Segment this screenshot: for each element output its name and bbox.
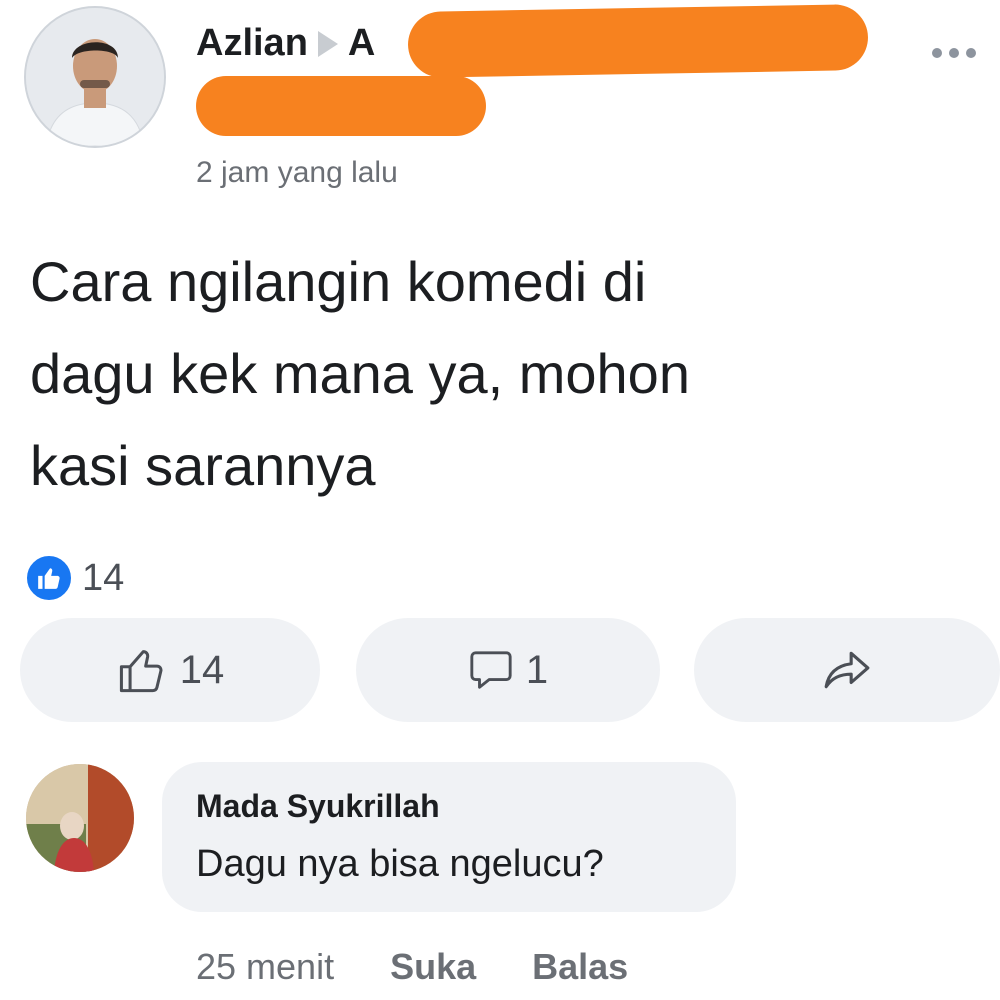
post-timestamp[interactable]: 2 jam yang lalu bbox=[196, 156, 398, 190]
comment-bubble: Mada Syukrillah Dagu nya bisa ngelucu? bbox=[162, 762, 736, 912]
comment-button[interactable]: 1 bbox=[356, 618, 660, 722]
like-badge-icon bbox=[24, 553, 74, 603]
comment-text: Dagu nya bisa ngelucu? bbox=[196, 843, 604, 885]
more-options-icon[interactable] bbox=[932, 48, 976, 58]
comment-meta: 25 menit Suka Balas bbox=[196, 946, 628, 988]
share-button[interactable] bbox=[694, 618, 1000, 722]
reaction-summary[interactable]: 14 bbox=[24, 553, 124, 603]
post-page: Azlian A 2 jam yang lalu Cara ngilangin … bbox=[0, 0, 1000, 1000]
like-count: 14 bbox=[179, 647, 225, 692]
commenter-avatar[interactable] bbox=[26, 764, 134, 872]
author-avatar[interactable] bbox=[24, 6, 166, 148]
post-text: Cara ngilangin komedi di dagu kek mana y… bbox=[30, 250, 690, 497]
shared-to-arrow-icon bbox=[317, 30, 338, 57]
comment-like-button[interactable]: Suka bbox=[390, 946, 476, 988]
reaction-count: 14 bbox=[82, 556, 125, 599]
redaction-mark bbox=[407, 3, 869, 79]
comment-reply-button[interactable]: Balas bbox=[532, 946, 628, 988]
share-arrow-icon bbox=[824, 651, 870, 689]
comment-count: 1 bbox=[525, 647, 549, 692]
author-name[interactable]: Azlian bbox=[196, 22, 308, 65]
author-row: Azlian A bbox=[196, 22, 375, 65]
comment-author[interactable]: Mada Syukrillah bbox=[196, 788, 702, 825]
comment-time[interactable]: 25 menit bbox=[196, 946, 334, 988]
target-name[interactable]: A bbox=[348, 22, 375, 65]
like-button[interactable]: 14 bbox=[20, 618, 320, 722]
comment-bubble-icon bbox=[470, 651, 512, 689]
redaction-mark bbox=[196, 76, 486, 136]
thumbs-up-icon bbox=[119, 650, 163, 693]
